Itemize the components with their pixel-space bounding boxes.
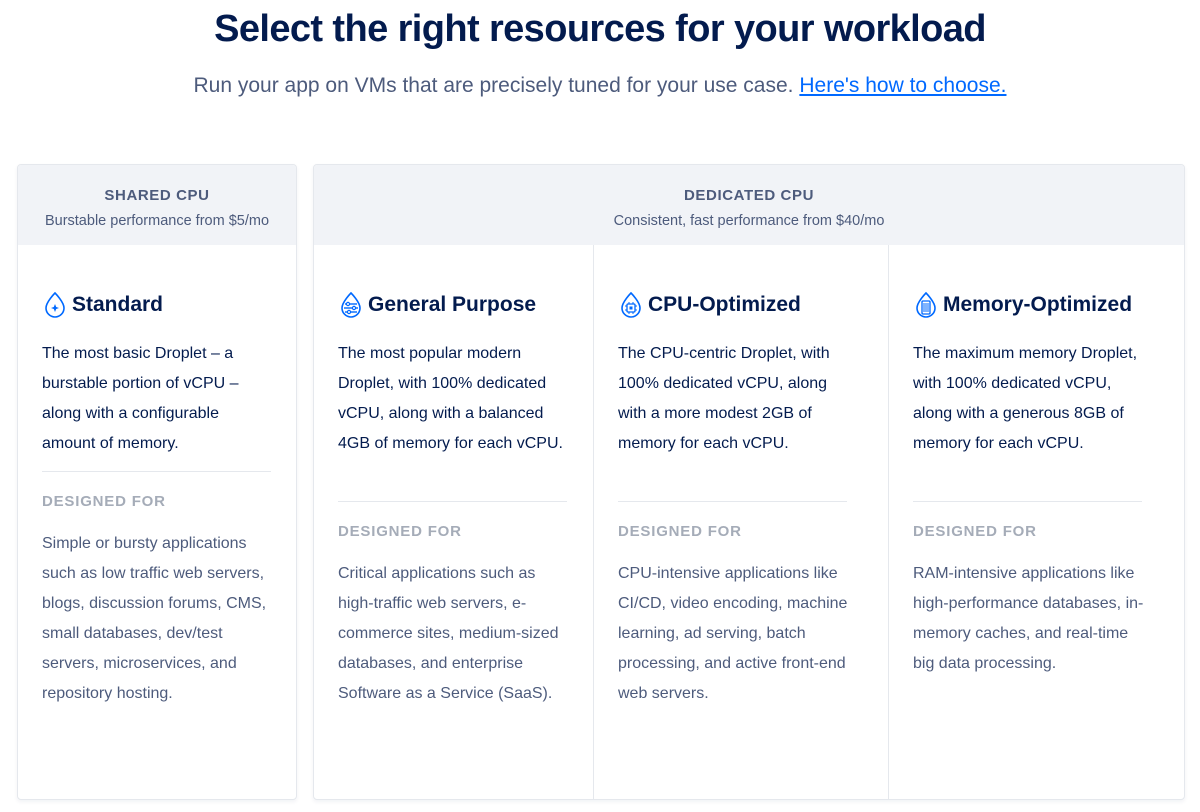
- droplet-icon: [45, 291, 65, 318]
- plan-general-purpose-heading: General Purpose: [338, 289, 536, 321]
- dedicated-cpu-tagline: Consistent, fast performance from $40/mo: [613, 213, 885, 229]
- memory-droplet-icon: [916, 291, 936, 318]
- balance-droplet-icon: [341, 291, 361, 318]
- how-to-choose-link[interactable]: Here's how to choose.: [799, 74, 1006, 97]
- plan-description: The most basic Droplet – a burstable por…: [42, 345, 239, 452]
- plan-memory-optimized-heading: Memory-Optimized: [913, 289, 1132, 321]
- plan-name: Memory-Optimized: [943, 293, 1133, 316]
- divider: [42, 471, 271, 472]
- divider: [338, 501, 567, 502]
- divider: [618, 501, 847, 502]
- designed-for-text: Critical applications such as high-traff…: [338, 565, 559, 702]
- plan-description: The maximum memory Droplet, with 100% de…: [913, 345, 1138, 452]
- plan-description: The CPU-centric Droplet, with 100% dedic…: [618, 345, 830, 452]
- designed-for-label: DESIGNED FOR: [618, 523, 742, 540]
- dedicated-cpu-card: DEDICATED CPU Consistent, fast performan…: [313, 164, 1185, 800]
- plan-standard-heading: Standard: [42, 289, 163, 321]
- plan-general-purpose[interactable]: General Purpose The most popular modern …: [314, 245, 593, 799]
- designed-for-label: DESIGNED FOR: [913, 523, 1037, 540]
- shared-cpu-header: SHARED CPU Burstable performance from $5…: [18, 165, 296, 245]
- dedicated-cpu-header: DEDICATED CPU Consistent, fast performan…: [314, 165, 1184, 245]
- shared-cpu-title: SHARED CPU: [104, 187, 210, 204]
- subtitle-text: Run your app on VMs that are precisely t…: [193, 74, 794, 97]
- plan-name: General Purpose: [368, 293, 537, 316]
- plan-standard[interactable]: Standard The most basic Droplet – a burs…: [18, 245, 296, 799]
- designed-for-text: RAM-intensive applications like high-per…: [913, 565, 1144, 672]
- page-subtitle: Run your app on VMs that are precisely t…: [0, 72, 1200, 100]
- plan-description: The most popular modern Droplet, with 10…: [338, 345, 563, 452]
- shared-cpu-tagline: Burstable performance from $5/mo: [44, 213, 270, 229]
- plan-cpu-optimized[interactable]: CPU-Optimized The CPU-centric Droplet, w…: [593, 245, 888, 799]
- plan-memory-optimized[interactable]: Memory-Optimized The maximum memory Drop…: [888, 245, 1184, 799]
- designed-for-label: DESIGNED FOR: [42, 493, 166, 510]
- shared-cpu-card: SHARED CPU Burstable performance from $5…: [17, 164, 297, 800]
- designed-for-label: DESIGNED FOR: [338, 523, 462, 540]
- plan-cpu-optimized-heading: CPU-Optimized: [618, 289, 801, 321]
- plan-name: Standard: [72, 293, 164, 316]
- page-title: Select the right resources for your work…: [214, 8, 986, 50]
- dedicated-cpu-title: DEDICATED CPU: [683, 187, 815, 204]
- designed-for-text: Simple or bursty applications such as lo…: [42, 535, 267, 702]
- plan-name: CPU-Optimized: [648, 293, 801, 316]
- designed-for-text: CPU-intensive applications like CI/CD, v…: [618, 565, 848, 702]
- divider: [913, 501, 1142, 502]
- cpu-droplet-icon: [621, 291, 641, 318]
